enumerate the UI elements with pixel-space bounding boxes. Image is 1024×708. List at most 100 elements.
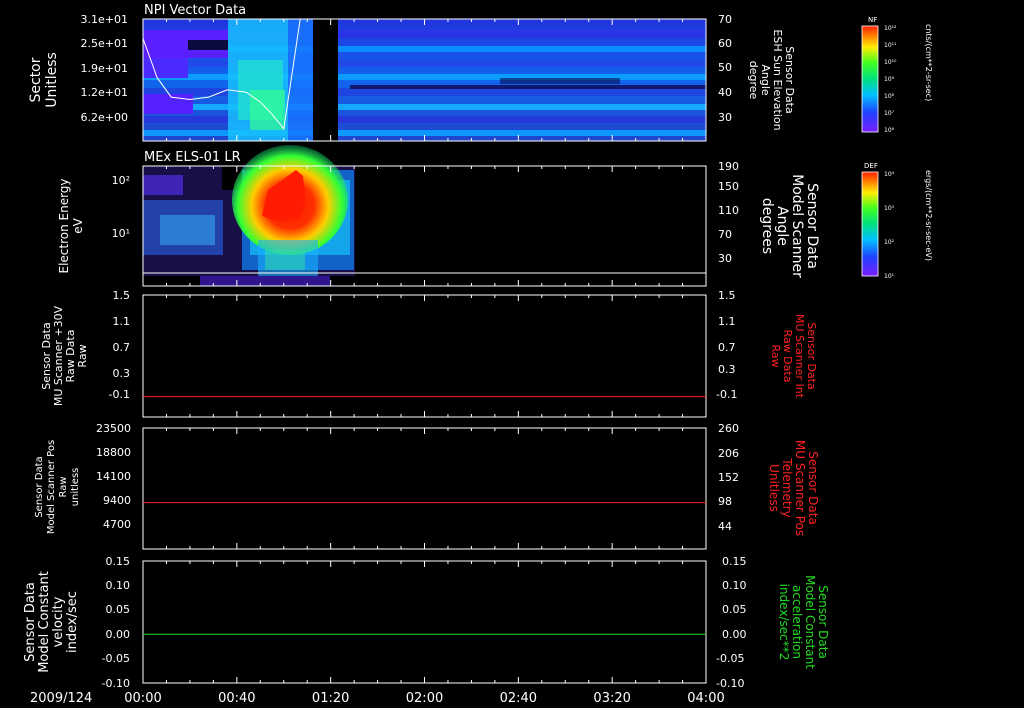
colorbar-tick: 10²	[884, 239, 895, 246]
tick-label: 10¹	[112, 227, 130, 240]
panel-3-left-ticks: 1.5 1.1 0.7 0.3 -0.1	[109, 289, 130, 401]
axis-label-line: Telemetry	[780, 457, 794, 517]
tick-label: 1.5	[113, 289, 131, 302]
time-tick-label: 00:00	[124, 691, 161, 706]
colorbar-tick: 10⁹	[884, 76, 895, 83]
time-tick-label: 03:20	[593, 691, 630, 706]
panel-3-right-label: Sensor Data MU Scanner Int Raw Data Raw	[769, 314, 818, 399]
panel-2-right-label: Sensor Data Model Scanner Angle degrees	[759, 174, 820, 278]
panel-3-right-ticks: 1.5 1.1 0.7 0.3 -0.1	[716, 289, 737, 401]
tick-label: 0.7	[718, 341, 736, 354]
tick-label: 1.1	[113, 315, 131, 328]
panel-1: NPI Vector Data 3.1e+01 2.5e+01 1.9e+01 …	[28, 3, 933, 142]
panel-2-right-ticks: 190 150 110 70 30	[718, 160, 739, 265]
tick-label: 0.05	[106, 603, 131, 616]
axis-label-line: MU Scanner Pos	[793, 440, 807, 536]
colorbar-def: DEF 10⁴ 10³ 10² 10¹ ergs/(cm**2-sr-sec-e…	[861, 162, 933, 280]
panel-5-right-ticks: 0.15 0.10 0.05 0.00 -0.05 -0.10	[716, 555, 747, 690]
axis-label-line: unitless	[70, 468, 81, 507]
tick-label: -0.1	[716, 388, 737, 401]
tick-label: 23500	[96, 422, 131, 435]
panel-4-frame	[142, 427, 707, 550]
colorbar-tick: 10⁶	[884, 127, 895, 134]
colorbar-tick: 10³	[884, 205, 895, 212]
tick-label: 60	[718, 37, 732, 50]
tick-label: 40	[718, 86, 732, 99]
axis-label-line: Electron Energy	[57, 178, 71, 273]
tick-label: -0.10	[716, 677, 744, 690]
tick-label: 150	[718, 180, 739, 193]
panel-3-left-label: Sensor Data MU Scanner +30V Raw Data Raw	[40, 305, 89, 406]
axis-label-line: Sector	[28, 57, 44, 102]
axis-label-line: Raw	[769, 344, 782, 367]
colorbar-def-label: DEF	[864, 162, 878, 170]
panel-1-data-gap	[313, 19, 338, 141]
tick-label: 0.00	[722, 628, 747, 641]
colorbar-def-unit: ergs/(cm**2-sr-sec-eV)	[924, 170, 933, 261]
axis-label-line: Sensor Data	[34, 456, 45, 517]
axis-label-line: degrees	[759, 198, 775, 254]
colorbar-def-gradient	[861, 171, 879, 277]
tick-label: 1.1	[718, 315, 736, 328]
tick-label: -0.10	[102, 677, 130, 690]
axis-label-line: Sensor Data	[804, 183, 820, 269]
time-tick-label: 04:00	[687, 691, 724, 706]
panel-1-left-label: Sector Unitless	[28, 52, 60, 108]
axis-label-line: Model Constant	[37, 571, 52, 673]
colorbar-nf-label: NF	[868, 16, 877, 24]
axis-label-line: Unitless	[44, 52, 60, 108]
panel-3: 1.5 1.1 0.7 0.3 -0.1 1.5 1.1 0.7 0.3 -0.…	[40, 289, 818, 418]
panel-4: 23500 18800 14100 9400 4700 260 206 152 …	[34, 422, 820, 550]
tick-label: 30	[718, 252, 732, 265]
tick-label: 0.10	[106, 579, 131, 592]
tick-label: 190	[718, 160, 739, 173]
tick-label: 70	[718, 228, 732, 241]
tick-label: 206	[718, 447, 739, 460]
tick-label: 18800	[96, 446, 131, 459]
axis-label-line: index/sec**2	[777, 584, 791, 661]
panel-2-left-ticks: 10² 10¹	[112, 174, 130, 240]
panel-1-right-label: Sensor Data ESH Sun Elevation Angle degr…	[747, 29, 796, 130]
colorbar-nf: NF 10¹² 10¹¹ 10¹⁰ 10⁹ 10⁸ 10⁷ 10⁶ cnts/(…	[861, 16, 933, 134]
axis-label-line: Unitless	[767, 464, 781, 512]
tick-label: -0.1	[109, 388, 130, 401]
tick-label: 0.3	[718, 363, 736, 376]
axis-label-line: Raw	[76, 344, 89, 367]
tick-label: 0.7	[113, 341, 131, 354]
tick-label: 0.15	[722, 555, 747, 568]
tick-label: 70	[718, 13, 732, 26]
tick-label: 260	[718, 422, 739, 435]
tick-label: -0.05	[716, 652, 744, 665]
tick-label: 9400	[103, 494, 131, 507]
panel-2-title: MEx ELS-01 LR	[144, 150, 241, 165]
axis-label-line: Model Scanner Pos	[46, 440, 57, 534]
colorbar-tick: 10¹²	[884, 25, 897, 32]
axis-label-line: index/sec	[65, 591, 80, 653]
tick-label: 110	[718, 204, 739, 217]
colorbar-tick: 10¹¹	[884, 42, 897, 49]
axis-label-line: Angle	[774, 206, 790, 246]
tick-label: 3.1e+01	[81, 13, 128, 26]
axis-label-line: Sensor Data	[816, 585, 830, 659]
panel-1-title: NPI Vector Data	[144, 3, 246, 18]
tick-label: 30	[718, 111, 732, 124]
colorbar-tick: 10⁴	[884, 171, 895, 178]
tick-label: 1.5	[718, 289, 736, 302]
panel-5-left-ticks: 0.15 0.10 0.05 0.00 -0.05 -0.10	[102, 555, 130, 690]
multi-panel-plot: NPI Vector Data 3.1e+01 2.5e+01 1.9e+01 …	[23, 3, 933, 706]
colorbar-tick: 10¹	[884, 273, 895, 280]
tick-label: 98	[718, 495, 732, 508]
panel-5: 0.15 0.10 0.05 0.00 -0.05 -0.10 0.15 0.1…	[23, 555, 830, 690]
tick-label: 0.10	[722, 579, 747, 592]
tick-label: 0.3	[113, 367, 131, 380]
colorbar-tick: 10⁷	[884, 110, 895, 117]
panel-5-frame	[142, 560, 707, 684]
date-label: 2009/124	[30, 691, 92, 706]
colorbar-nf-gradient	[861, 25, 879, 133]
tick-label: 14100	[96, 470, 131, 483]
panel-4-left-ticks: 23500 18800 14100 9400 4700	[96, 422, 131, 531]
tick-label: 4700	[103, 518, 131, 531]
colorbar-tick: 10⁸	[884, 93, 895, 100]
panel-2-left-label: Electron Energy eV	[57, 178, 85, 273]
colorbar-tick: 10¹⁰	[884, 59, 897, 66]
